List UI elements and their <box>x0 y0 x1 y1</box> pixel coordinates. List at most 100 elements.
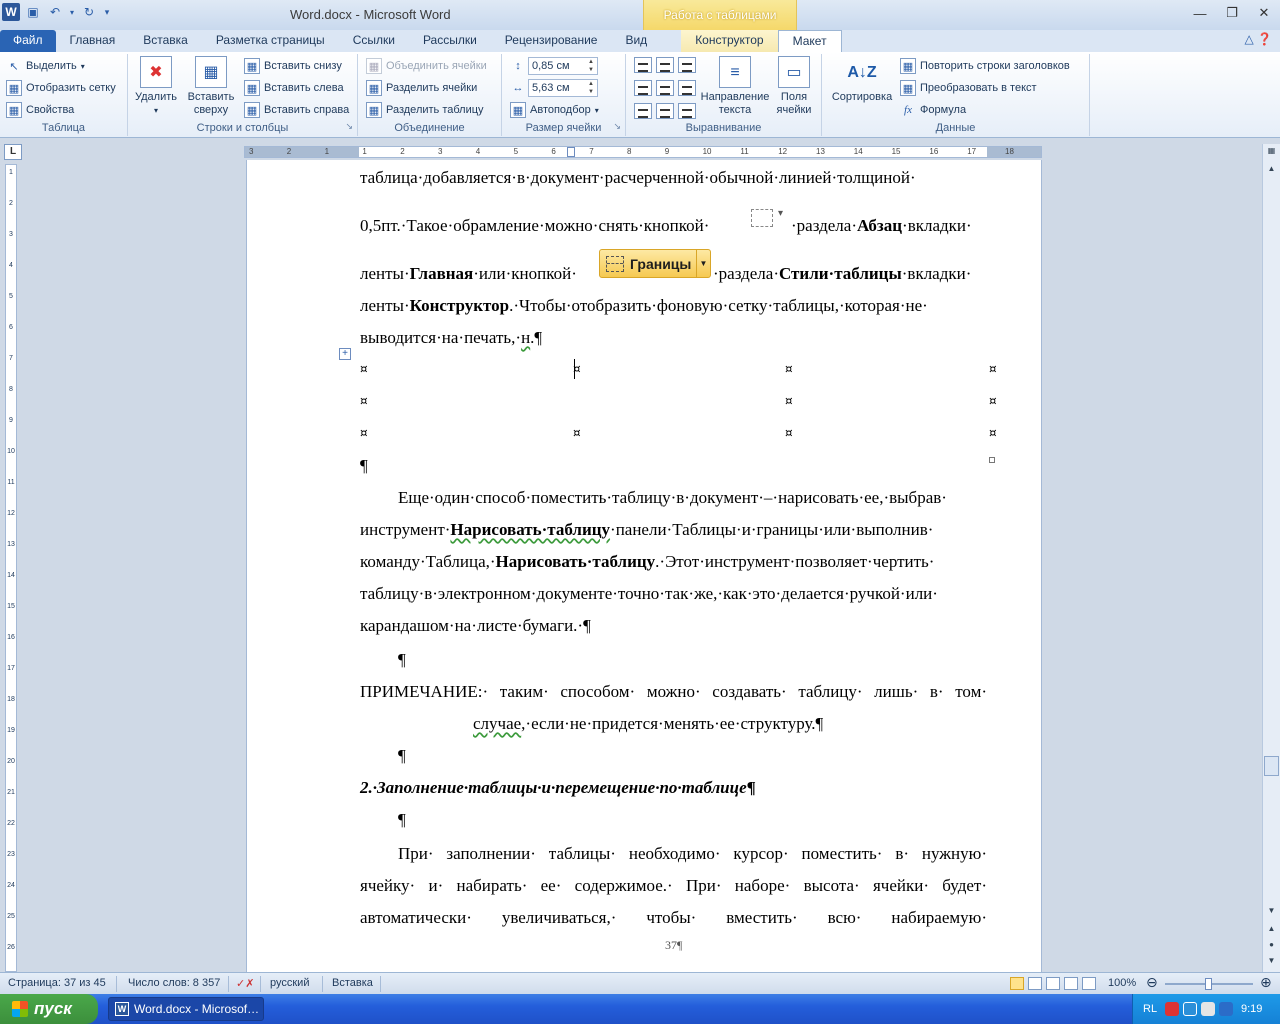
row-end-mark[interactable]: ¤ <box>989 394 997 408</box>
cell-end-mark[interactable]: ¤ <box>785 394 793 408</box>
tab-references[interactable]: Ссылки <box>339 30 409 52</box>
zoom-level[interactable]: 100% <box>1108 977 1136 989</box>
save-icon[interactable]: ▣ <box>24 3 42 21</box>
cell-end-mark[interactable]: ¤ <box>360 426 368 440</box>
delete-button[interactable]: ✖ Удалить ▾ <box>134 56 178 117</box>
input-language[interactable]: RL <box>1143 1003 1157 1015</box>
cell-end-mark[interactable]: ¤ <box>785 426 793 440</box>
column-width-field[interactable]: 5,63 см <box>528 79 598 97</box>
vertical-ruler[interactable]: 1 2 3 4 5 6 7 8 9 10 11 12 13 14 15 16 17 18 19 20 21 22 23 24 2… <box>5 164 17 972</box>
tray-icon[interactable] <box>1165 1002 1179 1016</box>
taskbar-word-button[interactable]: W Word.docx - Microsof… <box>108 997 264 1021</box>
convert-to-text-button[interactable]: ▦ Преобразовать в текст <box>900 78 1037 98</box>
align-middle-center-icon[interactable] <box>656 80 674 96</box>
group-data: A↓Z Сортировка ▦ Повторить строки заголов… <box>822 54 1090 136</box>
align-bottom-left-icon[interactable] <box>634 103 652 119</box>
scrollbar-thumb[interactable] <box>1264 756 1279 776</box>
dialog-launcher-icon[interactable]: ↘ <box>613 121 621 132</box>
cell-end-mark[interactable]: ¤ <box>785 362 793 376</box>
table-move-handle-icon[interactable]: + <box>339 348 351 360</box>
scroll-up-icon[interactable]: ▲ <box>1264 164 1279 178</box>
cell-end-mark[interactable]: ¤ <box>573 426 581 440</box>
tray-icon[interactable] <box>1183 1002 1197 1016</box>
align-top-right-icon[interactable] <box>678 57 696 73</box>
word-logo-icon[interactable]: W <box>2 3 20 21</box>
tab-file[interactable]: Файл <box>0 30 56 52</box>
row-end-mark[interactable]: ¤ <box>989 362 997 376</box>
dialog-launcher-icon[interactable]: ↘ <box>345 121 353 132</box>
split-cells-button[interactable]: ▦ Разделить ячейки <box>366 78 477 98</box>
tray-icon[interactable] <box>1201 1002 1215 1016</box>
horizontal-ruler[interactable]: 3 2 1 1 2 3 4 5 6 7 8 9 10 11 12 13 14 15 16 17 18 <box>244 146 1042 158</box>
cell-end-mark[interactable]: ¤ <box>360 394 368 408</box>
language-indicator[interactable]: русский <box>270 977 309 989</box>
zoom-out-icon[interactable]: ⊖ <box>1146 974 1158 991</box>
zoom-slider[interactable] <box>1165 978 1253 990</box>
autofit-button[interactable]: ▦ Автоподбор ▾ <box>510 100 599 120</box>
document-page[interactable]: таблица·добавляется·в·документ·расчерчен… <box>246 160 1042 972</box>
full-screen-view-icon[interactable] <box>1028 977 1042 990</box>
align-middle-left-icon[interactable] <box>634 80 652 96</box>
dropdown-icon[interactable]: ▾ <box>68 3 76 21</box>
zoom-slider-knob[interactable] <box>1205 978 1212 990</box>
split-table-button[interactable]: ▦ Разделить таблицу <box>366 100 484 120</box>
zoom-in-icon[interactable]: ⊕ <box>1260 974 1272 991</box>
table-resize-handle[interactable] <box>989 457 995 463</box>
previous-page-icon[interactable]: ▲ <box>1264 924 1279 938</box>
cell-margins-button[interactable]: ▭ Поля ячейки <box>772 56 816 117</box>
web-layout-view-icon[interactable] <box>1046 977 1060 990</box>
select-button[interactable]: ↖ Выделить ▾ <box>6 56 84 76</box>
page-counter[interactable]: Страница: 37 из 45 <box>8 977 106 989</box>
tab-mailings[interactable]: Рассылки <box>409 30 491 52</box>
start-button[interactable]: пуск <box>0 994 98 1024</box>
insert-right-button[interactable]: ▦ Вставить справа <box>244 100 349 120</box>
align-middle-right-icon[interactable] <box>678 80 696 96</box>
show-grid-button[interactable]: ▦ Отобразить сетку <box>6 78 116 98</box>
tab-design[interactable]: Конструктор <box>681 30 778 52</box>
row-height-field[interactable]: 0,85 см <box>528 57 598 75</box>
undo-icon[interactable]: ↶ <box>46 3 64 21</box>
tab-home[interactable]: Главная <box>56 30 130 52</box>
spellcheck-icon[interactable]: ✓✗ <box>236 977 254 990</box>
insert-mode[interactable]: Вставка <box>332 977 373 989</box>
ruler-toggle-icon[interactable]: ▦ <box>1264 146 1279 160</box>
tab-review[interactable]: Рецензирование <box>491 30 612 52</box>
scroll-down-icon[interactable]: ▼ <box>1264 906 1279 920</box>
minimize-icon[interactable]: — <box>1190 4 1210 22</box>
tab-view[interactable]: Вид <box>611 30 661 52</box>
repeat-header-icon: ▦ <box>900 58 916 74</box>
text-direction-button[interactable]: ≡ Направление текста <box>698 56 772 117</box>
sort-button[interactable]: A↓Z Сортировка <box>826 56 898 104</box>
tab-stop-selector[interactable]: L <box>4 144 22 160</box>
cell-end-mark[interactable]: ¤ <box>360 362 368 376</box>
redo-icon[interactable]: ↻ <box>80 3 98 21</box>
repeat-header-button[interactable]: ▦ Повторить строки заголовков <box>900 56 1070 76</box>
help-icon[interactable]: △ ❓ <box>1244 32 1272 46</box>
browse-object-icon[interactable]: ● <box>1264 940 1279 954</box>
insert-below-button[interactable]: ▦ Вставить снизу <box>244 56 342 76</box>
draft-view-icon[interactable] <box>1082 977 1096 990</box>
word-count[interactable]: Число слов: 8 357 <box>128 977 220 989</box>
tab-page-layout[interactable]: Разметка страницы <box>202 30 339 52</box>
align-bottom-right-icon[interactable] <box>678 103 696 119</box>
align-top-left-icon[interactable] <box>634 57 652 73</box>
customize-qat-icon[interactable]: ▾ <box>102 3 112 21</box>
next-page-icon[interactable]: ▼ <box>1264 956 1279 970</box>
tab-insert[interactable]: Вставка <box>129 30 202 52</box>
first-line-indent-marker[interactable] <box>567 147 575 157</box>
formula-button[interactable]: fx Формула <box>900 100 966 120</box>
align-bottom-center-icon[interactable] <box>656 103 674 119</box>
vertical-scrollbar[interactable]: ▦ ▲ ▼ ▲ ● ▼ <box>1262 144 1280 972</box>
print-layout-view-icon[interactable] <box>1010 977 1024 990</box>
close-icon[interactable]: ✕ <box>1254 4 1274 22</box>
volume-icon[interactable] <box>1219 1002 1233 1016</box>
tab-layout[interactable]: Макет <box>777 30 842 52</box>
insert-above-button[interactable]: ▦ Вставить сверху <box>186 56 236 117</box>
restore-icon[interactable]: ❐ <box>1222 4 1242 22</box>
merge-cells-button[interactable]: ▦ Объединить ячейки <box>366 56 487 76</box>
properties-button[interactable]: ▦ Свойства <box>6 100 74 120</box>
outline-view-icon[interactable] <box>1064 977 1078 990</box>
insert-left-button[interactable]: ▦ Вставить слева <box>244 78 344 98</box>
row-end-mark[interactable]: ¤ <box>989 426 997 440</box>
align-top-center-icon[interactable] <box>656 57 674 73</box>
